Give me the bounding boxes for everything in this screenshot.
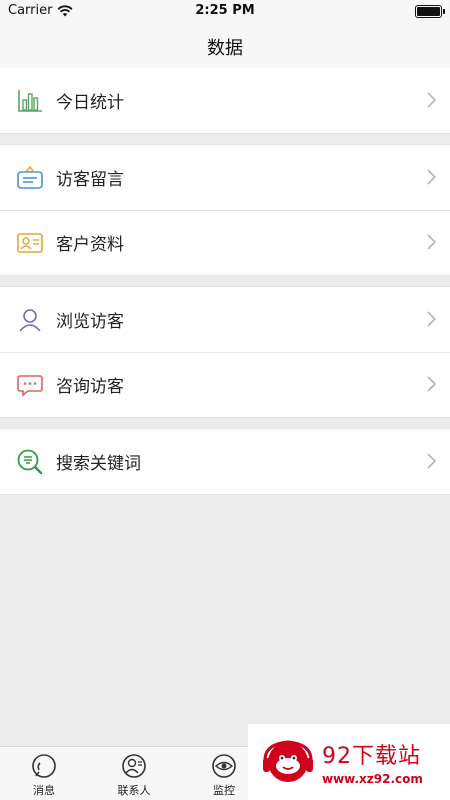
menu-item-consulting-visitors[interactable]: 咨询访客 [0,352,450,417]
message-board-icon [16,164,44,192]
monitor-eye-icon [212,754,236,778]
menu-item-label: 浏览访客 [56,312,124,332]
chat-bubble-icon [16,371,44,399]
page-title: 数据 [207,38,243,59]
tab-label: 联系人 [117,784,151,797]
id-card-icon [16,229,44,257]
menu-list: 今日统计 访客留言 客户资料 浏览访客 咨询访客 搜索关键词 [0,68,450,505]
tab-label: 消息 [33,784,55,797]
visitor-icon [16,306,44,334]
chevron-right-icon [427,234,436,250]
keyword-search-icon [16,448,44,476]
menu-item-label: 客户资料 [56,235,124,255]
navigation-bar: 数据 [0,24,450,68]
contacts-icon [122,754,146,778]
bar-chart-icon [16,87,44,115]
tab-messages[interactable]: 消息 [14,752,74,798]
watermark-url: www.xz92.com [322,772,423,786]
chevron-right-icon [427,92,436,108]
watermark-logo-icon [263,740,313,782]
watermark-title: 92下载站 [322,744,421,769]
battery-icon [415,5,445,18]
status-time: 2:25 PM [195,3,255,18]
menu-item-today-stats[interactable]: 今日统计 [0,68,450,133]
menu-item-browsing-visitors[interactable]: 浏览访客 [0,287,450,352]
menu-item-search-keywords[interactable]: 搜索关键词 [0,429,450,494]
menu-group-customers: 访客留言 客户资料 [0,144,450,276]
menu-item-label: 咨询访客 [56,377,124,397]
tab-label: 监控 [213,784,235,797]
menu-item-label: 搜索关键词 [56,454,141,474]
menu-item-label: 今日统计 [56,93,124,113]
menu-item-visitor-messages[interactable]: 访客留言 [0,145,450,210]
tab-monitor[interactable]: 监控 [194,752,254,798]
watermark: 92下载站 www.xz92.com [248,724,450,800]
menu-item-label: 访客留言 [56,170,124,190]
menu-group-visitors: 浏览访客 咨询访客 [0,286,450,418]
chevron-right-icon [427,169,436,185]
chevron-right-icon [427,311,436,327]
chevron-right-icon [427,453,436,469]
menu-item-customer-profiles[interactable]: 客户资料 [0,210,450,275]
status-bar: Carrier 2:25 PM [0,0,450,24]
chevron-right-icon [427,376,436,392]
menu-group-stats: 今日统计 [0,68,450,134]
message-icon [32,754,56,778]
menu-group-keywords: 搜索关键词 [0,428,450,495]
tab-contacts[interactable]: 联系人 [104,752,164,798]
